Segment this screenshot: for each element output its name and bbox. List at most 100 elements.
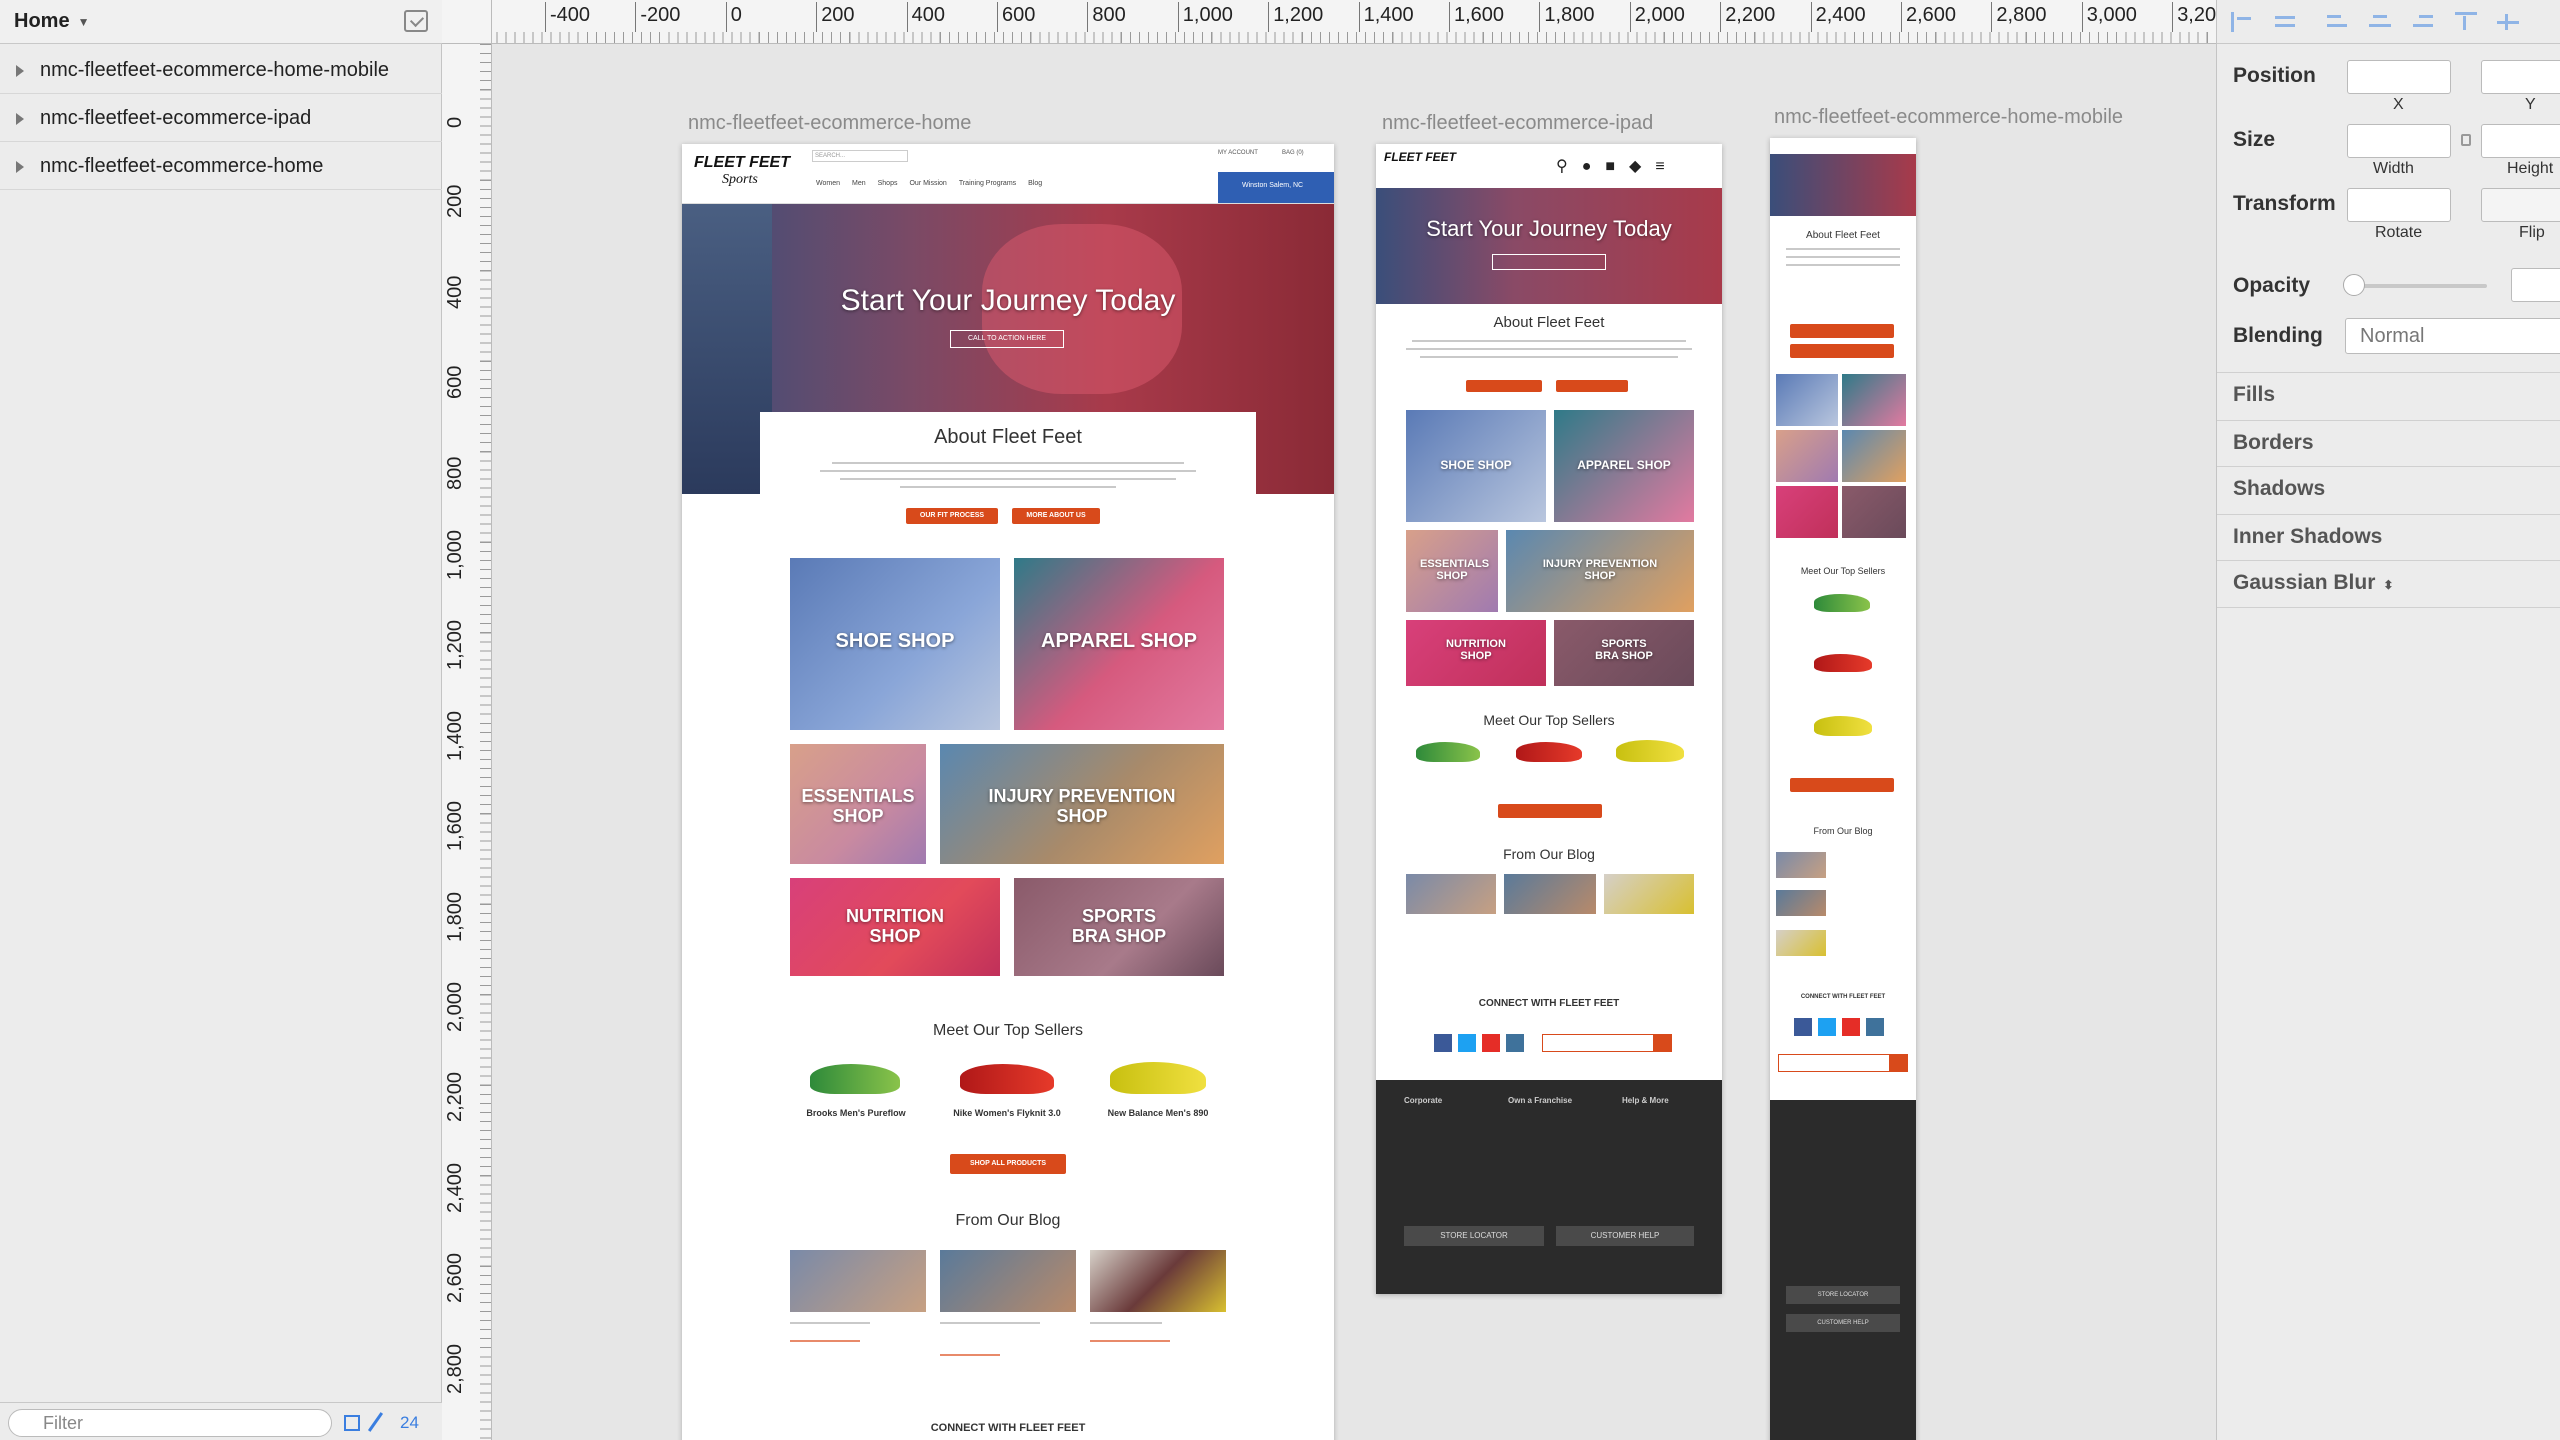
artboard-label-desktop[interactable]: nmc-fleetfeet-ecommerce-home — [688, 112, 971, 135]
layer-label: nmc-fleetfeet-ecommerce-ipad — [40, 107, 312, 129]
disclosure-triangle-icon[interactable] — [16, 160, 24, 173]
footer-col-title: Corporate — [1404, 1096, 1443, 1105]
artboard-label-mobile[interactable]: nmc-fleetfeet-ecommerce-home-mobile — [1774, 106, 2123, 129]
pen-icon[interactable] — [367, 1412, 384, 1432]
mobile-sellers-title: Meet Our Top Sellers — [1800, 566, 1886, 576]
shop-all-button: SHOP ALL PRODUCTS — [950, 1154, 1066, 1174]
height-field[interactable] — [2481, 124, 2560, 158]
align-left-edge-icon[interactable] — [2327, 12, 2351, 32]
mobile-connect-title: CONNECT WITH FLEET FEET — [1800, 994, 1886, 1000]
nav-item: Women — [816, 180, 840, 187]
canvas[interactable]: nmc-fleetfeet-ecommerce-home FLEET FEET … — [492, 44, 2216, 1440]
artboard-ipad[interactable]: FLEET FEET ⚲●■◆≡ Start Your Journey Toda… — [1376, 144, 1722, 1294]
page-selector[interactable]: Home ▼ — [0, 0, 442, 44]
about-text-line — [840, 478, 1176, 480]
ipad-store-locator-button: STORE LOCATOR — [1404, 1226, 1544, 1246]
tile-shoe-shop: SHOE SHOP — [790, 558, 1000, 730]
blog-link-line — [940, 1354, 1000, 1356]
layer-item-home[interactable]: nmc-fleetfeet-ecommerce-home — [0, 144, 442, 190]
ruler-tick-label: 400 — [906, 2, 945, 32]
artboard-label-ipad[interactable]: nmc-fleetfeet-ecommerce-ipad — [1382, 112, 1653, 135]
twitter-icon — [1818, 1018, 1836, 1036]
tile-label: ESSENTIALS SHOP — [801, 786, 915, 826]
align-toolbar — [2217, 0, 2560, 44]
width-field[interactable] — [2347, 124, 2451, 158]
hero-title: Start Your Journey Today — [840, 284, 1176, 317]
site-logo: FLEET FEET — [694, 154, 790, 171]
layer-item-ipad[interactable]: nmc-fleetfeet-ecommerce-ipad — [0, 96, 442, 142]
disclosure-triangle-icon[interactable] — [16, 112, 24, 125]
position-x-field[interactable] — [2347, 60, 2451, 94]
facebook-icon — [1434, 1034, 1452, 1052]
ruler-tick-label: 2,000 — [1629, 2, 1685, 32]
mobile-blog-image — [1776, 852, 1826, 878]
mobile-about-btn — [1790, 344, 1894, 358]
blog-title: From Our Blog — [955, 1212, 1061, 1229]
artboard-mobile[interactable]: About Fleet Feet Meet Our Top Sellers Fr… — [1770, 138, 1916, 1440]
mobile-about-title: About Fleet Feet — [1806, 230, 1880, 241]
instagram-icon — [1866, 1018, 1884, 1036]
ipad-tile: SHOE SHOP — [1406, 410, 1546, 522]
opacity-slider-knob[interactable] — [2343, 274, 2365, 296]
blog-text-line — [940, 1322, 1040, 1324]
filter-input[interactable]: Filter — [8, 1409, 332, 1437]
ruler-tick-label: -200 — [635, 2, 680, 32]
disclosure-triangle-icon[interactable] — [16, 64, 24, 77]
vertical-ruler[interactable]: 0 200 400 600 800 1,000 1,200 1,400 1,600 1,800 2,… — [442, 44, 492, 1440]
youtube-icon — [1842, 1018, 1860, 1036]
ipad-shoe — [1416, 742, 1480, 762]
artboard-filter-icon[interactable] — [344, 1415, 360, 1431]
opacity-slider[interactable] — [2347, 284, 2487, 288]
nav-item: Men — [852, 180, 866, 187]
inspector-panel: Position X Y Size Width Height Transform… — [2216, 0, 2560, 1440]
align-top-icon[interactable] — [2455, 12, 2479, 32]
stepper-icon[interactable]: ⬍ — [2383, 578, 2393, 592]
ruler-tick-label: 1,400 — [444, 710, 466, 761]
flip-buttons[interactable] — [2481, 188, 2560, 222]
tile-nutrition-shop: NUTRITION SHOP — [790, 878, 1000, 976]
ruler-tick-label: 2,800 — [444, 1343, 466, 1394]
blending-select[interactable]: Normal — [2345, 318, 2560, 354]
ipad-blog-image — [1406, 874, 1496, 914]
blog-image — [940, 1250, 1076, 1312]
horizontal-ruler[interactable]: -400 -200 0 200 400 600 800 1,000 1,200 1,400 1,60… — [442, 0, 2216, 44]
lock-icon[interactable] — [2461, 134, 2471, 146]
align-right-icon[interactable] — [2411, 12, 2435, 32]
layer-item-mobile[interactable]: nmc-fleetfeet-ecommerce-home-mobile — [0, 48, 442, 94]
position-y-field[interactable] — [2481, 60, 2560, 94]
inner-shadows-section[interactable]: Inner Shadows — [2217, 514, 2560, 562]
nav-item: Shops — [877, 180, 898, 187]
rotate-field[interactable] — [2347, 188, 2451, 222]
ruler-tick-label: 1,000 — [1177, 2, 1233, 32]
ipad-about-line — [1406, 348, 1692, 350]
artboard-desktop[interactable]: FLEET FEET Sports SEARCH... Women Men Sh… — [682, 144, 1334, 1440]
gaussian-blur-section[interactable]: Gaussian Blur ⬍ — [2217, 560, 2560, 608]
tile-essentials-shop: ESSENTIALS SHOP — [790, 744, 926, 864]
align-center-icon[interactable] — [2369, 12, 2393, 32]
mobile-tile — [1776, 374, 1838, 426]
ruler-tick-label: 1,400 — [1358, 2, 1414, 32]
borders-section[interactable]: Borders — [2217, 420, 2560, 468]
ipad-blog-image — [1604, 874, 1694, 914]
distribute-icon[interactable] — [2273, 12, 2297, 32]
mobile-text-line — [1786, 248, 1900, 250]
opacity-field[interactable] — [2511, 268, 2560, 302]
align-left-icon[interactable] — [2231, 12, 2255, 32]
mobile-footer: STORE LOCATOR CUSTOMER HELP — [1770, 1100, 1916, 1440]
ruler-tick-label: 2,200 — [1720, 2, 1775, 32]
ruler-tick-label: 1,600 — [1449, 2, 1504, 32]
ipad-hero-title: Start Your Journey Today — [1426, 216, 1672, 241]
layer-label: nmc-fleetfeet-ecommerce-home — [40, 155, 324, 177]
collapse-panel-icon[interactable] — [404, 10, 428, 32]
shadows-section[interactable]: Shadows — [2217, 466, 2560, 514]
ipad-tile-label: INJURY PREVENTION SHOP — [1542, 558, 1658, 582]
ruler-tick-label: 400 — [444, 275, 466, 309]
align-middle-icon[interactable] — [2497, 12, 2521, 32]
tile-injury-prevention-shop: INJURY PREVENTION SHOP — [940, 744, 1224, 864]
blog-image — [1090, 1250, 1226, 1312]
fills-section[interactable]: Fills — [2217, 372, 2560, 420]
ruler-tick-label: 200 — [444, 185, 466, 219]
about-text-line — [820, 470, 1196, 472]
ipad-tile-label: NUTRITION SHOP — [1446, 638, 1506, 662]
about-button-more: MORE ABOUT US — [1012, 508, 1100, 524]
